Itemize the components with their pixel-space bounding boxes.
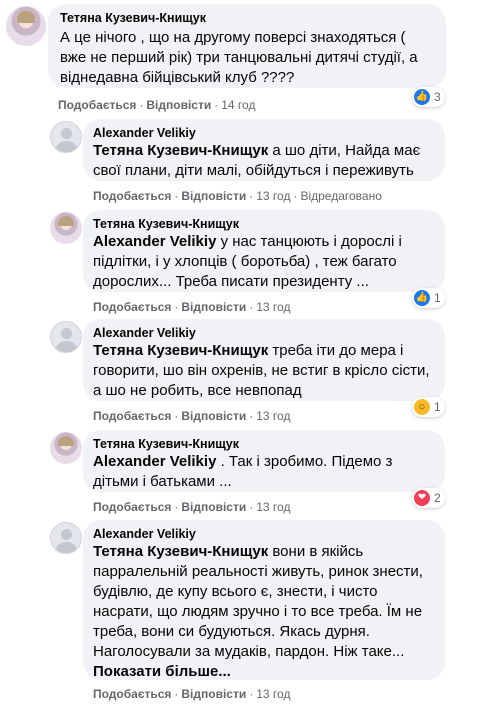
reply-link[interactable]: Відповісти [146,98,211,112]
comment-bubble: Тетяна Кузевич-Книщук Alexander Velikiy … [83,430,445,492]
comment-actions: Подобається · Відповісти · 13 год · Відредагов… [93,189,382,203]
reaction-count: 3 [434,90,441,104]
comment-bubble: Тетяна Кузевич-Книщук А це нічого , що н… [48,4,446,88]
reply-link[interactable]: Відповісти [181,300,246,314]
like-link[interactable]: Подобається [58,98,136,112]
comment-actions: Подобається · Відповісти · 13 год [93,300,291,314]
love-icon: ❤ [414,490,430,506]
reaction-count: 1 [434,400,441,414]
comment-actions: Подобається · Відповісти · 13 год [93,687,291,701]
mention-link[interactable]: Тетяна Кузевич-Книщук [93,142,268,159]
avatar[interactable] [50,121,82,153]
comment-bubble: Alexander Velikiy Тетяна Кузевич-Книщук … [83,119,445,181]
comment-text: Alexander Velikiy . Так і зробимо. Підем… [93,453,393,490]
like-icon: 👍 [414,290,430,306]
like-link[interactable]: Подобається [93,189,171,203]
like-link[interactable]: Подобається [93,409,171,423]
like-link[interactable]: Подобається [93,687,171,701]
avatar[interactable] [50,321,82,353]
reaction-badge[interactable]: 👍 3 [412,87,445,107]
mention-link[interactable]: Тетяна Кузевич-Книщук [93,543,268,560]
avatar[interactable] [50,522,82,554]
like-icon: 👍 [414,89,430,105]
avatar[interactable] [50,432,82,464]
show-more-link[interactable]: Показати більше... [93,662,435,682]
comment-author[interactable]: Alexander Velikiy [93,125,435,141]
reaction-count: 1 [434,291,441,305]
timestamp[interactable]: 13 год [256,300,290,314]
comment-text: Тетяна Кузевич-Книщук а шо діти, Найда м… [93,142,421,179]
timestamp[interactable]: 13 год [256,189,290,203]
comment-bubble: Alexander Velikiy Тетяна Кузевич-Книщук … [83,520,445,680]
timestamp[interactable]: 14 год [221,98,255,112]
avatar[interactable] [6,6,46,46]
like-link[interactable]: Подобається [93,300,171,314]
timestamp[interactable]: 13 год [256,687,290,701]
reply-link[interactable]: Відповісти [181,500,246,514]
comment-author[interactable]: Тетяна Кузевич-Книщук [93,216,435,232]
comment-bubble: Тетяна Кузевич-Книщук Alexander Velikiy … [83,210,445,292]
reply-link[interactable]: Відповісти [181,189,246,203]
mention-link[interactable]: Тетяна Кузевич-Книщук [93,342,268,359]
wow-icon: ○ [414,399,430,415]
avatar[interactable] [50,212,82,244]
timestamp[interactable]: 13 год [256,409,290,423]
comment-text: Тетяна Кузевич-Книщук треба іти до мера … [93,342,430,399]
reply-link[interactable]: Відповісти [181,409,246,423]
comment-text: А це нічого , що на другому поверсі знах… [60,29,418,86]
comment-text: Alexander Velikiy у нас танцюють і дорос… [93,233,402,290]
comment-author[interactable]: Тетяна Кузевич-Книщук [60,10,434,26]
reaction-count: 2 [434,491,441,505]
reaction-badge[interactable]: 👍 1 [412,288,445,308]
comment-actions: Подобається · Відповісти · 14 год [58,98,256,112]
comment-bubble: Alexander Velikiy Тетяна Кузевич-Книщук … [83,319,445,401]
comment-author[interactable]: Тетяна Кузевич-Книщук [93,436,435,452]
like-link[interactable]: Подобається [93,500,171,514]
timestamp[interactable]: 13 год [256,500,290,514]
edited-label[interactable]: Відредаговано [300,189,381,203]
reaction-badge[interactable]: ❤ 2 [412,488,445,508]
mention-link[interactable]: Alexander Velikiy [93,233,216,250]
comment-actions: Подобається · Відповісти · 13 год [93,409,291,423]
mention-link[interactable]: Alexander Velikiy [93,453,216,470]
reply-link[interactable]: Відповісти [181,687,246,701]
reaction-badge[interactable]: ○ 1 [412,397,445,417]
comment-author[interactable]: Alexander Velikiy [93,325,435,341]
comment-actions: Подобається · Відповісти · 13 год [93,500,291,514]
comment-text: Тетяна Кузевич-Книщук вони в якійсь парр… [93,543,423,660]
comment-author[interactable]: Alexander Velikiy [93,526,435,542]
